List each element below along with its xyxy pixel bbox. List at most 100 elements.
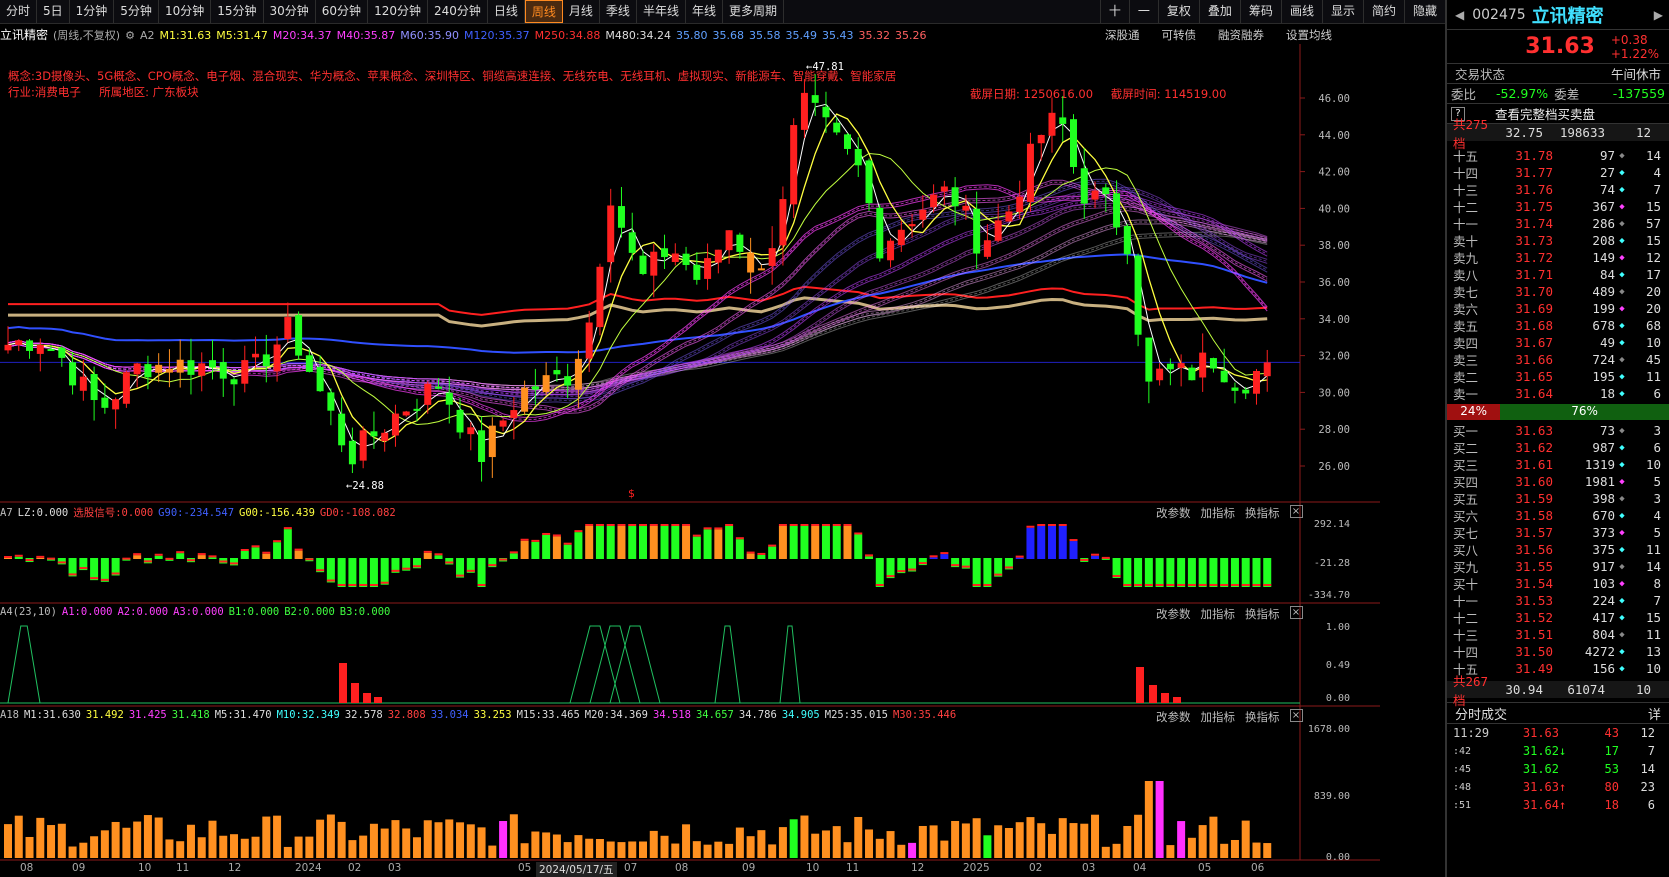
indicator-btn-1[interactable]: 加指标 bbox=[1201, 606, 1236, 622]
time-label: 10 bbox=[806, 862, 820, 874]
tick-price: 31.64 bbox=[1522, 798, 1559, 812]
osc-bar bbox=[585, 526, 594, 559]
volume-bar bbox=[1101, 846, 1110, 858]
order-dot-icon: ◆ bbox=[1619, 235, 1625, 246]
volume-bar bbox=[585, 838, 594, 858]
osc-cap bbox=[122, 557, 131, 560]
osc-cap bbox=[262, 551, 271, 554]
close-icon[interactable]: × bbox=[1289, 709, 1303, 722]
order-row[interactable]: 卖一 31.64 18 ◆ 6 bbox=[1447, 385, 1669, 402]
indicator-btn-0[interactable]: 改参数 bbox=[1156, 505, 1191, 521]
order-price: 31.68 bbox=[1515, 318, 1553, 333]
order-row[interactable]: 买八 31.56 375 ◆ 11 bbox=[1447, 541, 1669, 558]
order-row[interactable]: 十一 31.53 224 ◆ 7 bbox=[1447, 592, 1669, 609]
indicator-btn-0[interactable]: 改参数 bbox=[1156, 709, 1191, 725]
order-row[interactable]: 买二 31.62 987 ◆ 6 bbox=[1447, 439, 1669, 456]
order-row[interactable]: 十二 31.52 417 ◆ 15 bbox=[1447, 609, 1669, 626]
time-label: 05 bbox=[1198, 862, 1212, 874]
order-row[interactable]: 买五 31.59 398 ◆ 3 bbox=[1447, 490, 1669, 507]
order-row[interactable]: 十一 31.74 286 ◆ 57 bbox=[1447, 215, 1669, 232]
volume-bar bbox=[466, 824, 475, 858]
tick-volume: 43 bbox=[1604, 726, 1619, 740]
order-row[interactable]: 卖九 31.72 149 ◆ 12 bbox=[1447, 249, 1669, 266]
order-row[interactable]: 买六 31.58 670 ◆ 4 bbox=[1447, 507, 1669, 524]
osc-bar bbox=[348, 558, 357, 587]
stock-name: 立讯精密 bbox=[1531, 5, 1604, 27]
indicator-value: GD0:-108.082 bbox=[319, 507, 396, 519]
osc-cap bbox=[1091, 553, 1100, 556]
osc-cap bbox=[456, 574, 465, 577]
volume-bar bbox=[1037, 823, 1046, 858]
order-row[interactable]: 买七 31.57 373 ◆ 5 bbox=[1447, 524, 1669, 541]
indicator-value: B3:0.000 bbox=[339, 606, 391, 618]
order-row[interactable]: 卖四 31.67 49 ◆ 10 bbox=[1447, 334, 1669, 351]
order-row[interactable]: 买一 31.63 73 ◆ 3 bbox=[1447, 422, 1669, 439]
order-count: 5 bbox=[1653, 474, 1661, 489]
candle-body bbox=[499, 420, 507, 427]
order-row[interactable]: 卖五 31.68 678 ◆ 68 bbox=[1447, 317, 1669, 334]
osc-cap bbox=[703, 527, 712, 530]
kline-chart[interactable]: 46.00 44.00 42.00 40.00 38.00 36.00 34.00 32.00… bbox=[0, 0, 1380, 877]
order-row[interactable]: 卖六 31.69 199 ◆ 20 bbox=[1447, 300, 1669, 317]
volume-bar bbox=[90, 836, 99, 858]
osc-bar bbox=[100, 558, 109, 582]
volume-bar bbox=[671, 843, 680, 858]
indicator-btn-1[interactable]: 加指标 bbox=[1201, 709, 1236, 725]
time-label: 12 bbox=[911, 862, 925, 874]
order-dot-icon: ◆ bbox=[1619, 595, 1625, 606]
price-pct: +1.22% bbox=[1610, 46, 1659, 61]
chevron-right-icon[interactable]: ▶ bbox=[1654, 8, 1663, 22]
indicator-btn-1[interactable]: 加指标 bbox=[1201, 505, 1236, 521]
osc-bar bbox=[531, 541, 540, 559]
osc-cap bbox=[628, 524, 637, 526]
ratio-left: 24% bbox=[1447, 404, 1501, 420]
candle-body bbox=[176, 359, 184, 373]
order-row[interactable]: 买十 31.54 103 ◆ 8 bbox=[1447, 575, 1669, 592]
order-row[interactable]: 十四 31.77 27 ◆ 4 bbox=[1447, 164, 1669, 181]
order-price: 31.56 bbox=[1515, 542, 1553, 557]
tick-row: :45 31.62 53 14 bbox=[1447, 760, 1669, 778]
indicator-btn-0[interactable]: 改参数 bbox=[1156, 606, 1191, 622]
volume-bar bbox=[1209, 816, 1218, 858]
osc-bar bbox=[574, 532, 583, 559]
order-row[interactable]: 十三 31.76 74 ◆ 7 bbox=[1447, 181, 1669, 198]
chevron-left-icon[interactable]: ◀ bbox=[1455, 8, 1464, 22]
order-row[interactable]: 买九 31.55 917 ◆ 14 bbox=[1447, 558, 1669, 575]
indicator-btn-2[interactable]: 换指标 bbox=[1245, 709, 1280, 725]
order-row[interactable]: 十四 31.50 4272 ◆ 13 bbox=[1447, 643, 1669, 660]
order-row[interactable]: 卖八 31.71 84 ◆ 17 bbox=[1447, 266, 1669, 283]
ma-ribbon-line bbox=[7, 187, 1268, 396]
order-volume: 373 bbox=[1592, 525, 1615, 540]
order-row[interactable]: 卖三 31.66 724 ◆ 45 bbox=[1447, 351, 1669, 368]
order-volume: 1981 bbox=[1584, 474, 1615, 489]
indicator-btn-2[interactable]: 换指标 bbox=[1245, 505, 1280, 521]
volume-bar bbox=[68, 846, 77, 858]
indicator-btn-2[interactable]: 换指标 bbox=[1245, 606, 1280, 622]
volume-bar bbox=[714, 841, 723, 858]
close-icon[interactable]: × bbox=[1289, 505, 1303, 518]
candle-body bbox=[133, 363, 141, 375]
indicator-value: A3:0.000 bbox=[173, 606, 224, 618]
volume-bar bbox=[1166, 845, 1175, 858]
wb-value: -52.97% bbox=[1496, 86, 1549, 101]
order-row[interactable]: 卖七 31.70 489 ◆ 20 bbox=[1447, 283, 1669, 300]
volume-bar bbox=[563, 842, 572, 858]
order-dot-icon: ◆ bbox=[1619, 201, 1625, 212]
ticks-detail-button[interactable]: 详 bbox=[1648, 704, 1661, 723]
order-row[interactable]: 十五 31.78 97 ◆ 14 bbox=[1447, 147, 1669, 164]
order-row[interactable]: 卖二 31.65 195 ◆ 11 bbox=[1447, 368, 1669, 385]
order-row[interactable]: 十三 31.51 804 ◆ 11 bbox=[1447, 626, 1669, 643]
order-row[interactable]: 买四 31.60 1981 ◆ 5 bbox=[1447, 473, 1669, 490]
order-dot-icon: ◆ bbox=[1619, 612, 1625, 623]
close-icon[interactable]: × bbox=[1289, 606, 1303, 619]
osc-bar bbox=[606, 526, 615, 559]
candle-body bbox=[908, 224, 916, 227]
toolbar-btn-8[interactable]: 隐藏 bbox=[1403, 0, 1445, 23]
time-label: 06 bbox=[1251, 862, 1265, 874]
order-row[interactable]: 十二 31.75 367 ◆ 15 bbox=[1447, 198, 1669, 215]
candle-body bbox=[1252, 370, 1260, 394]
osc-bar bbox=[294, 550, 303, 559]
volume-bar bbox=[326, 814, 335, 858]
order-row[interactable]: 卖十 31.73 208 ◆ 15 bbox=[1447, 232, 1669, 249]
order-row[interactable]: 买三 31.61 1319 ◆ 10 bbox=[1447, 456, 1669, 473]
